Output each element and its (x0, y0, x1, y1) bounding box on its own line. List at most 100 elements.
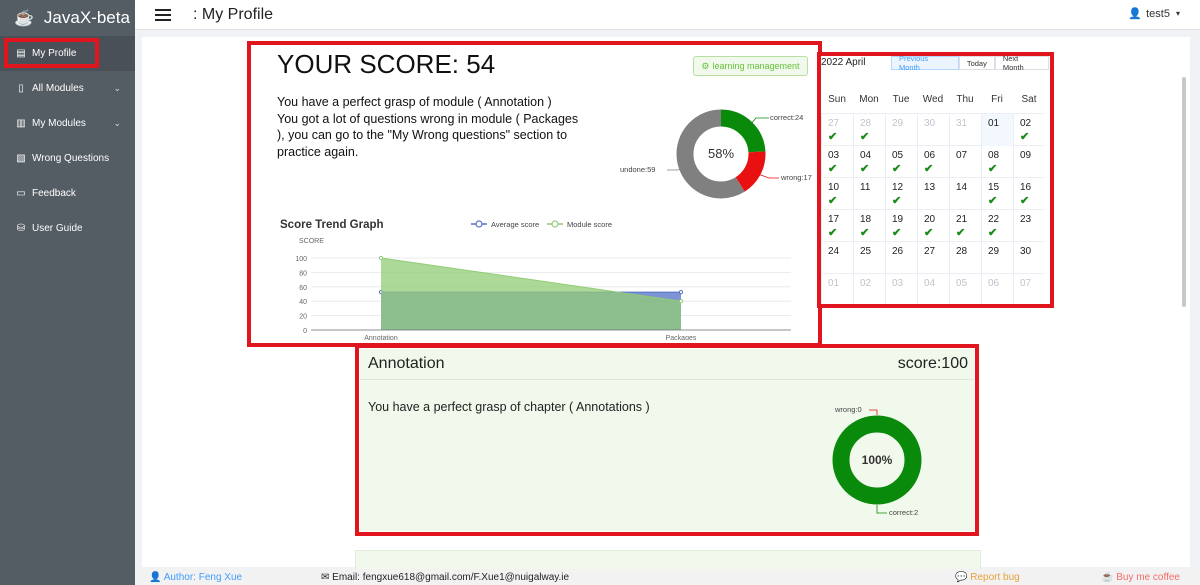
calendar-day[interactable]: 04 ✔ (853, 146, 885, 178)
calendar-day[interactable]: 05 (949, 274, 981, 306)
menu-toggle-icon[interactable] (155, 6, 171, 24)
calendar-day[interactable]: 28 (949, 242, 981, 274)
mail-icon: ✉ (321, 571, 333, 583)
sidebar-item-wrong-questions[interactable]: ▧ Wrong Questions (0, 141, 135, 176)
calendar-day[interactable]: 30 (917, 114, 949, 146)
sidebar-item-all-modules[interactable]: ▯ All Modules ⌄ (0, 71, 135, 106)
calendar-day[interactable]: 21 ✔ (949, 210, 981, 242)
sidebar-item-feedback[interactable]: ▭ Feedback (0, 176, 135, 211)
calendar-day[interactable]: 01 (981, 114, 1013, 146)
calendar-day[interactable]: 02 (853, 274, 885, 306)
day-number: 22 (988, 214, 1000, 225)
calendar-day[interactable]: 24 (821, 242, 853, 274)
calendar-day[interactable]: 05 ✔ (885, 146, 917, 178)
check-icon: ✔ (860, 163, 870, 175)
day-number: 15 (988, 182, 1000, 193)
weekday-label: Wed (922, 94, 944, 105)
score-title: YOUR SCORE: 54 (277, 49, 496, 79)
day-number: 04 (924, 278, 936, 289)
guide-icon: ⛁ (16, 223, 26, 234)
java-logo-icon: ☕ (14, 10, 34, 27)
calendar-day[interactable]: 14 (949, 178, 981, 210)
calendar-day[interactable]: 07 (1013, 274, 1045, 306)
chart-legend[interactable]: Average score Module score (471, 220, 612, 229)
calendar-day[interactable]: 22 ✔ (981, 210, 1013, 242)
chart-icon: ▤ (16, 48, 26, 59)
calendar-day[interactable]: 29 (981, 242, 1013, 274)
calendar-day[interactable]: 09 (1013, 146, 1045, 178)
day-number: 05 (892, 150, 904, 161)
check-icon: ✔ (828, 131, 838, 143)
calendar-day[interactable]: 11 (853, 178, 885, 210)
calendar-day[interactable]: 28 ✔ (853, 114, 885, 146)
score-donut-chart: 58% correct:24 wrong:17 undone:59 (620, 109, 812, 199)
calendar-day[interactable]: 18 ✔ (853, 210, 885, 242)
calendar-day[interactable]: 26 (885, 242, 917, 274)
sidebar-item-my-profile[interactable]: ▤ My Profile (0, 36, 135, 71)
score-card: YOUR SCORE: 54 You have a perfect grasp … (251, 45, 817, 343)
calendar-day[interactable]: 06 (981, 274, 1013, 306)
calendar-day[interactable]: 27 (917, 242, 949, 274)
brand[interactable]: ☕ JavaX-beta (0, 0, 135, 36)
day-number: 29 (892, 118, 904, 129)
sidebar-item-label: My Profile (32, 48, 77, 59)
author-link[interactable]: 👤 Author: Feng Xue (149, 572, 242, 583)
calendar-day[interactable]: 25 (853, 242, 885, 274)
calendar-day[interactable]: 20 ✔ (917, 210, 949, 242)
app-title: JavaX-beta (43, 8, 130, 27)
calendar-day[interactable]: 29 (885, 114, 917, 146)
calendar-day[interactable]: 27 ✔ (821, 114, 853, 146)
today-button[interactable]: Today (958, 56, 995, 70)
check-icon: ✔ (828, 227, 838, 239)
report-bug-link[interactable]: 💬 Report bug (955, 572, 1020, 583)
previous-month-button[interactable]: Previous Month (891, 54, 959, 72)
score-description: You have a perfect grasp of module ( Ann… (277, 94, 617, 160)
calendar-week: 01 02 03 04 05 06 07 (821, 273, 1045, 306)
learning-management-button[interactable]: ⚙ learning management (693, 56, 808, 76)
calendar-week: 17 ✔ 18 ✔ 19 ✔ 20 ✔ 21 ✔ 22 ✔ 23 (821, 209, 1045, 242)
calendar-day[interactable]: 03 ✔ (821, 146, 853, 178)
calendar-day[interactable]: 13 (917, 178, 949, 210)
calendar-day[interactable]: 07 (949, 146, 981, 178)
calendar-day[interactable]: 10 ✔ (821, 178, 853, 210)
calendar-day[interactable]: 04 (917, 274, 949, 306)
calendar-day[interactable]: 15 ✔ (981, 178, 1013, 210)
calendar-day[interactable]: 19 ✔ (885, 210, 917, 242)
calendar-day[interactable]: 16 ✔ (1013, 178, 1045, 210)
calendar-day[interactable]: 03 (885, 274, 917, 306)
wrong-label: wrong:0 (834, 405, 862, 414)
buy-coffee-link[interactable]: ☕ Buy me coffee (1101, 572, 1180, 583)
chevron-down-icon: ⌄ (113, 118, 121, 128)
calendar-day[interactable]: 06 ✔ (917, 146, 949, 178)
next-month-button[interactable]: Next Month (994, 54, 1049, 72)
calendar-day[interactable]: 02 ✔ (1013, 114, 1045, 146)
calendar-day[interactable]: 01 (821, 274, 853, 306)
calendar-day[interactable]: 23 (1013, 210, 1045, 242)
sidebar-item-user-guide[interactable]: ⛁ User Guide (0, 211, 135, 246)
undone-label: undone:59 (620, 165, 655, 174)
calendar-day[interactable]: 17 ✔ (821, 210, 853, 242)
calendar-grid: Sun Mon Tue Wed Thu Fri Sat 27 ✔ 28 ✔ 29 30 31 01 02 ✔ 0… (821, 87, 1045, 306)
calendar-day[interactable]: 08 ✔ (981, 146, 1013, 178)
calendar-day[interactable]: 12 ✔ (885, 178, 917, 210)
check-icon: ✔ (956, 227, 966, 239)
day-number: 02 (1020, 118, 1032, 129)
weekday-label: Tue (892, 94, 910, 105)
sidebar-item-label: All Modules (32, 83, 84, 94)
sidebar-item-label: My Modules (32, 118, 86, 129)
coffee-icon: ☕ (1101, 571, 1117, 583)
y-tick-label: 0 (303, 328, 307, 335)
check-icon: ✔ (988, 195, 998, 207)
module-description: You have a perfect grasp of chapter ( An… (368, 400, 650, 414)
weekday-label: Sat (1021, 94, 1037, 105)
day-number: 08 (988, 150, 1000, 161)
y-tick-label: 20 (299, 314, 307, 321)
scrollbar[interactable] (1182, 77, 1186, 307)
sidebar-item-my-modules[interactable]: ▥ My Modules ⌄ (0, 106, 135, 141)
day-number: 13 (924, 182, 936, 193)
username: test5 (1146, 7, 1170, 20)
calendar-day[interactable]: 31 (949, 114, 981, 146)
calendar-day[interactable]: 30 (1013, 242, 1045, 274)
module-title: Annotation (368, 355, 445, 372)
user-menu[interactable]: 👤 test5 ▾ (1128, 7, 1180, 21)
